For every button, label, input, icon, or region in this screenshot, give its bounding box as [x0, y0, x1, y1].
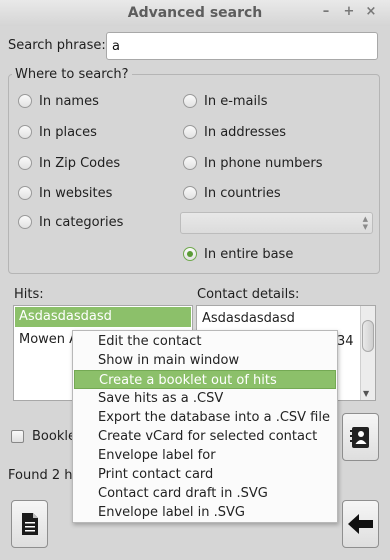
contact-details-label: Contact details:	[197, 287, 300, 302]
scroll-down-icon[interactable]: ▼	[363, 389, 369, 398]
contact-name: Asdasdasdasd	[202, 311, 295, 326]
radio-indicator	[183, 186, 197, 200]
radio-indicator	[18, 215, 32, 229]
radio-indicator	[183, 156, 197, 170]
back-button[interactable]	[342, 500, 379, 548]
contact-detail-text: 34	[337, 334, 354, 349]
radio-indicator	[18, 186, 32, 200]
menu-item-edit-contact[interactable]: Edit the contact	[74, 332, 336, 351]
menu-item-show-in-main-window[interactable]: Show in main window	[74, 351, 336, 370]
radio-label: In websites	[39, 186, 113, 201]
menu-item-export-database-csv[interactable]: Export the database into a .CSV file	[74, 408, 336, 427]
booklet-checkbox[interactable]	[11, 430, 24, 443]
radio-indicator	[183, 94, 197, 108]
title-bar: Advanced search – + ×	[0, 0, 390, 26]
radio-label: In countries	[204, 186, 281, 201]
radio-label: In entire base	[204, 247, 294, 262]
found-count-text: Found 2 hi	[8, 468, 77, 483]
country-select[interactable]: ▲ ▼	[180, 212, 373, 234]
arrow-left-icon	[348, 514, 373, 534]
minimize-button[interactable]: –	[318, 4, 334, 20]
scrollbar-thumb[interactable]	[362, 320, 374, 352]
contact-book-icon	[350, 427, 369, 448]
search-scope-title: Where to search?	[12, 67, 132, 82]
radio-indicator	[183, 247, 197, 261]
radio-label: In categories	[39, 215, 124, 230]
radio-label: In names	[39, 94, 99, 109]
maximize-button[interactable]: +	[341, 4, 357, 20]
radio-label: In places	[39, 125, 97, 140]
search-phrase-label: Search phrase:	[8, 38, 106, 53]
radio-label: In e-mails	[204, 94, 268, 109]
radio-label: In Zip Codes	[39, 156, 121, 171]
document-icon	[22, 513, 38, 535]
menu-item-print-contact-card[interactable]: Print contact card	[74, 465, 336, 484]
document-button[interactable]	[11, 500, 48, 548]
hits-label: Hits:	[14, 287, 44, 302]
search-input[interactable]	[106, 32, 378, 60]
radio-label: In addresses	[204, 125, 287, 140]
menu-item-create-booklet[interactable]: Create a booklet out of hits	[74, 370, 336, 389]
spin-arrows-icon: ▲ ▼	[362, 215, 368, 231]
radio-indicator	[18, 94, 32, 108]
close-button[interactable]: ×	[363, 4, 379, 20]
menu-item-create-vcard[interactable]: Create vCard for selected contact	[74, 427, 336, 446]
menu-item-contact-card-svg[interactable]: Contact card draft in .SVG	[74, 484, 336, 503]
radio-indicator	[18, 156, 32, 170]
radio-indicator	[18, 125, 32, 139]
details-scrollbar[interactable]: ▼	[360, 306, 375, 400]
menu-item-envelope-label-svg[interactable]: Envelope label in .SVG	[74, 503, 336, 522]
menu-item-envelope-label[interactable]: Envelope label for	[74, 446, 336, 465]
context-menu: Edit the contact Show in main window Cre…	[72, 330, 338, 523]
contact-card-button[interactable]	[342, 413, 379, 461]
hit-item[interactable]: Asdasdasdasd	[15, 307, 191, 327]
menu-item-save-hits-csv[interactable]: Save hits as a .CSV	[74, 389, 336, 408]
radio-label: In phone numbers	[204, 156, 323, 171]
radio-indicator	[183, 125, 197, 139]
